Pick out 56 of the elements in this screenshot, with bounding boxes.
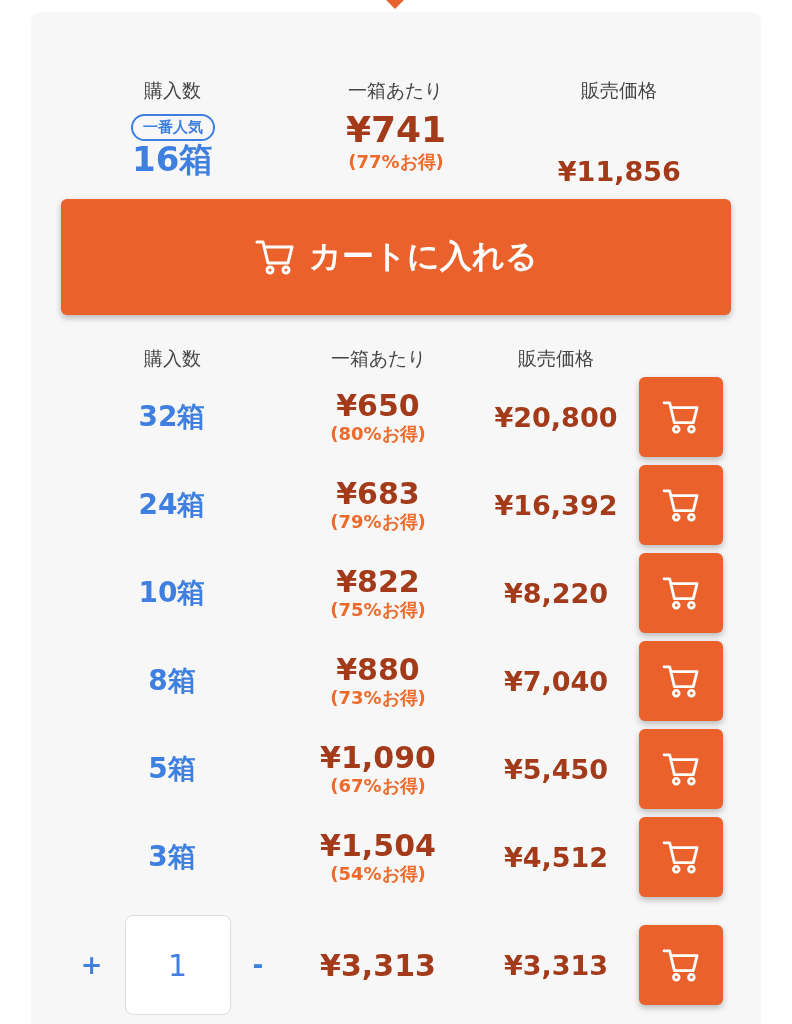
unit-price: ¥741: [345, 110, 447, 150]
unit-price: ¥1,090: [320, 740, 436, 774]
cart-icon: [662, 948, 700, 982]
quantity: 3箱: [148, 839, 196, 875]
discount-text: (67%お得): [330, 773, 426, 798]
cart-icon: [662, 400, 700, 434]
cart-button[interactable]: [639, 641, 723, 721]
total-price: ¥8,220: [503, 577, 609, 609]
column-header: 販売価格: [518, 346, 594, 371]
unit-price: ¥822: [336, 564, 420, 598]
discount-text: (77%お得): [348, 149, 444, 174]
total-price: ¥11,856: [557, 156, 681, 187]
cart-icon: [662, 752, 700, 786]
total-price: ¥5,450: [503, 753, 609, 785]
cart-button[interactable]: [639, 465, 723, 545]
total-price: ¥16,392: [494, 489, 618, 521]
unit-price: ¥1,504: [320, 828, 436, 862]
unit-price: ¥3,313: [320, 948, 436, 982]
total-price: ¥4,512: [503, 841, 609, 873]
cart-icon: [662, 576, 700, 610]
cart-icon: [662, 664, 700, 698]
quantity: 5箱: [148, 751, 196, 787]
popular-badge: 一番人気: [130, 114, 215, 141]
minus-button[interactable]: -: [248, 950, 268, 980]
discount-text: (75%お得): [330, 597, 426, 622]
quantity: 32箱: [138, 399, 206, 435]
unit-price: ¥650: [336, 388, 420, 422]
cart-icon: [662, 488, 700, 522]
cart-icon: [662, 840, 700, 874]
quantity: 16箱: [132, 141, 214, 179]
discount-text: (79%お得): [330, 509, 426, 534]
cart-button[interactable]: [639, 377, 723, 457]
column-header: 一箱あたり: [330, 346, 426, 371]
cart-button[interactable]: [639, 729, 723, 809]
quantity: 10箱: [138, 575, 206, 611]
discount-text: (73%お得): [330, 685, 426, 710]
cart-button[interactable]: [639, 817, 723, 897]
total-price: ¥7,040: [503, 665, 609, 697]
cart-button[interactable]: [639, 553, 723, 633]
discount-text: (54%お得): [330, 861, 426, 886]
unit-price: ¥880: [336, 652, 420, 686]
add-to-cart-button[interactable]: カートに入れる: [61, 199, 731, 315]
plus-button[interactable]: +: [76, 950, 107, 980]
column-header: 購入数: [144, 78, 202, 103]
quantity-field[interactable]: 1: [124, 915, 231, 1015]
column-header: 一箱あたり: [348, 78, 444, 103]
unit-price: ¥683: [336, 476, 420, 510]
discount-text: (80%お得): [330, 421, 426, 446]
column-header: 販売価格: [581, 78, 658, 103]
total-price: ¥20,800: [494, 401, 618, 433]
cart-icon: [254, 239, 295, 275]
column-header: 購入数: [143, 346, 201, 371]
quantity: 8箱: [148, 663, 196, 699]
cart-button[interactable]: [639, 925, 723, 1005]
total-price: ¥3,313: [503, 949, 609, 981]
quantity: 24箱: [138, 487, 206, 523]
